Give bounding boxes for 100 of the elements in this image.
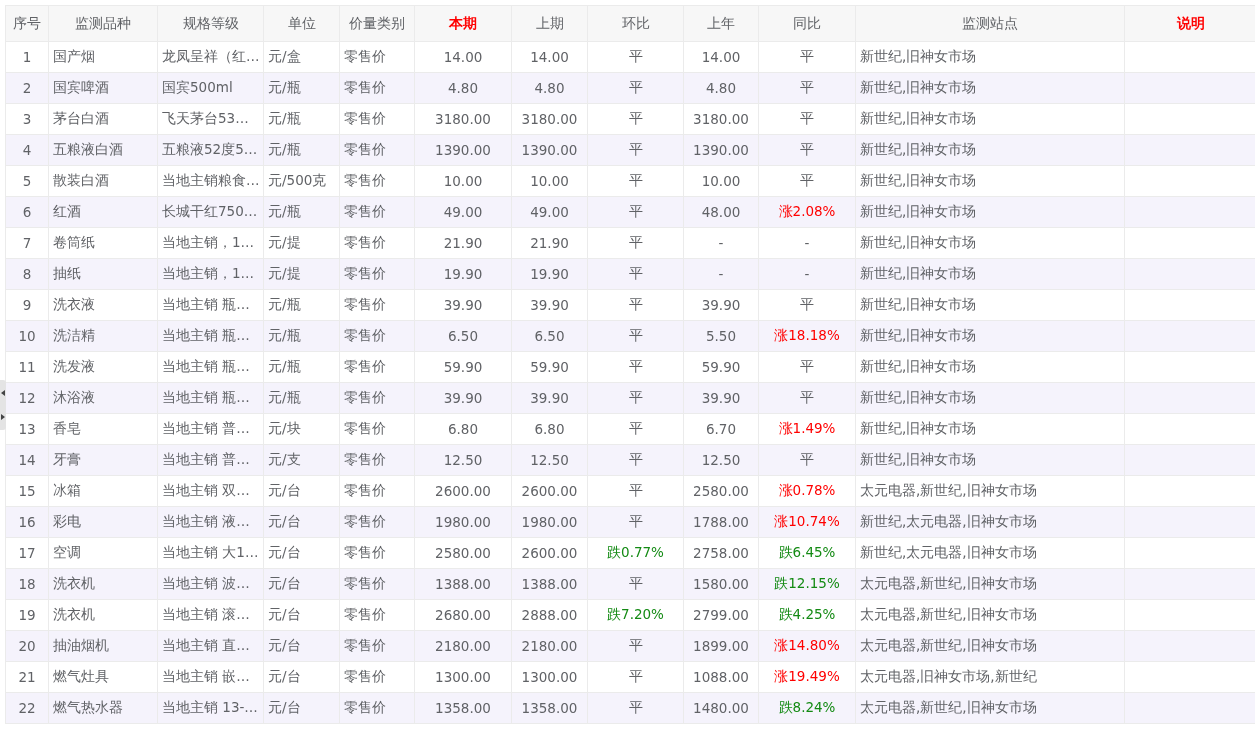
table-cell: 零售价: [339, 537, 415, 569]
table-cell: 6: [5, 196, 49, 228]
table-cell: 平: [758, 444, 856, 476]
table-cell: 平: [758, 165, 856, 197]
table-cell: 卷筒纸: [48, 227, 158, 259]
table-cell: 当地主销 普…: [157, 413, 264, 445]
table-cell: 涨18.18%: [758, 320, 856, 352]
table-cell: 平: [587, 568, 684, 600]
table-cell: 太元电器,新世纪,旧神女市场: [855, 568, 1125, 600]
table-cell: 元/台: [263, 537, 340, 569]
table-cell: 20: [5, 630, 49, 662]
table-cell: 国宾啤酒: [48, 72, 158, 104]
table-cell: 元/台: [263, 599, 340, 631]
table-cell: 元/瓶: [263, 289, 340, 321]
table-cell: 新世纪,旧神女市场: [855, 227, 1125, 259]
table-cell: 平: [758, 351, 856, 383]
table-cell: 跌8.24%: [758, 692, 856, 724]
table-cell: 新世纪,旧神女市场: [855, 351, 1125, 383]
table-cell: 长城干红750…: [157, 196, 264, 228]
table-cell: 涨2.08%: [758, 196, 856, 228]
table-cell: 当地主销 液…: [157, 506, 264, 538]
table-cell: 元/台: [263, 692, 340, 724]
table-cell: 7: [5, 227, 49, 259]
table-cell: 太元电器,新世纪,旧神女市场: [855, 692, 1125, 724]
table-cell: 19.90: [511, 258, 588, 290]
table-cell: 平: [587, 196, 684, 228]
table-cell: 洗发液: [48, 351, 158, 383]
table-cell: 元/支: [263, 444, 340, 476]
table-cell: 18: [5, 568, 49, 600]
table-cell: 15: [5, 475, 49, 507]
table-cell: 16: [5, 506, 49, 538]
table-cell: 新世纪,旧神女市场: [855, 165, 1125, 197]
table-cell: 2600.00: [414, 475, 512, 507]
column-header: 上期: [511, 5, 588, 42]
table-cell: -: [683, 258, 759, 290]
table-cell: 太元电器,新世纪,旧神女市场: [855, 630, 1125, 662]
table-cell: 茅台白酒: [48, 103, 158, 135]
table-cell: 当地主销，1…: [157, 258, 264, 290]
table-cell: 1390.00: [414, 134, 512, 166]
table-cell: 6.80: [414, 413, 512, 445]
table-cell: 洗衣液: [48, 289, 158, 321]
table-cell: 21.90: [511, 227, 588, 259]
table-cell: 新世纪,旧神女市场: [855, 382, 1125, 414]
table-cell: 涨1.49%: [758, 413, 856, 445]
table-cell: 59.90: [414, 351, 512, 383]
table-cell: 平: [758, 103, 856, 135]
table-cell: 39.90: [414, 289, 512, 321]
column-header: 上年: [683, 5, 759, 42]
table-cell: 2580.00: [414, 537, 512, 569]
table-cell: 10.00: [414, 165, 512, 197]
table-cell: 13: [5, 413, 49, 445]
table-cell: 国产烟: [48, 41, 158, 73]
table-cell: 新世纪,旧神女市场: [855, 289, 1125, 321]
table-cell: 太元电器,新世纪,旧神女市场: [855, 599, 1125, 631]
table-cell: 19.90: [414, 258, 512, 290]
table-cell: 零售价: [339, 599, 415, 631]
table-cell: 平: [587, 475, 684, 507]
table-cell: 平: [587, 506, 684, 538]
table-cell: 元/台: [263, 630, 340, 662]
table-cell: 10: [5, 320, 49, 352]
table-cell: 当地主销 双…: [157, 475, 264, 507]
table-cell: 平: [587, 289, 684, 321]
table-cell: 21.90: [414, 227, 512, 259]
table-cell: 1390.00: [683, 134, 759, 166]
table-cell: 14.00: [683, 41, 759, 73]
table-cell: 牙膏: [48, 444, 158, 476]
table-cell: 6.80: [511, 413, 588, 445]
table-cell: 平: [587, 413, 684, 445]
table-cell: 10.00: [683, 165, 759, 197]
table-cell: 4: [5, 134, 49, 166]
table-cell: 2: [5, 72, 49, 104]
table-cell: 元/瓶: [263, 103, 340, 135]
table-cell: 平: [587, 692, 684, 724]
table-cell: 洗衣机: [48, 599, 158, 631]
table-cell: 零售价: [339, 227, 415, 259]
table-cell: 12.50: [683, 444, 759, 476]
table-cell: 零售价: [339, 72, 415, 104]
table-cell: 当地主销 波…: [157, 568, 264, 600]
table-cell: 6.50: [511, 320, 588, 352]
table-cell: 当地主销粮食…: [157, 165, 264, 197]
table-cell: 2799.00: [683, 599, 759, 631]
table-cell: 平: [587, 41, 684, 73]
table-cell: 零售价: [339, 382, 415, 414]
table-cell: 14.00: [414, 41, 512, 73]
table-cell: 元/瓶: [263, 72, 340, 104]
table-cell: 零售价: [339, 413, 415, 445]
table-cell: 当地主销 瓶…: [157, 289, 264, 321]
table-cell: 新世纪,旧神女市场: [855, 413, 1125, 445]
table-cell: 当地主销 滚…: [157, 599, 264, 631]
table-cell: 2180.00: [414, 630, 512, 662]
table-cell: 1388.00: [414, 568, 512, 600]
column-header: 同比: [758, 5, 856, 42]
table-cell: 零售价: [339, 661, 415, 693]
table-cell: -: [683, 227, 759, 259]
table-cell: 1300.00: [414, 661, 512, 693]
panel-toggle-handle[interactable]: [0, 380, 6, 430]
column-header: 单位: [263, 5, 340, 42]
table-cell: 平: [587, 134, 684, 166]
table-cell: 21: [5, 661, 49, 693]
table-cell: 五粮液52度5…: [157, 134, 264, 166]
